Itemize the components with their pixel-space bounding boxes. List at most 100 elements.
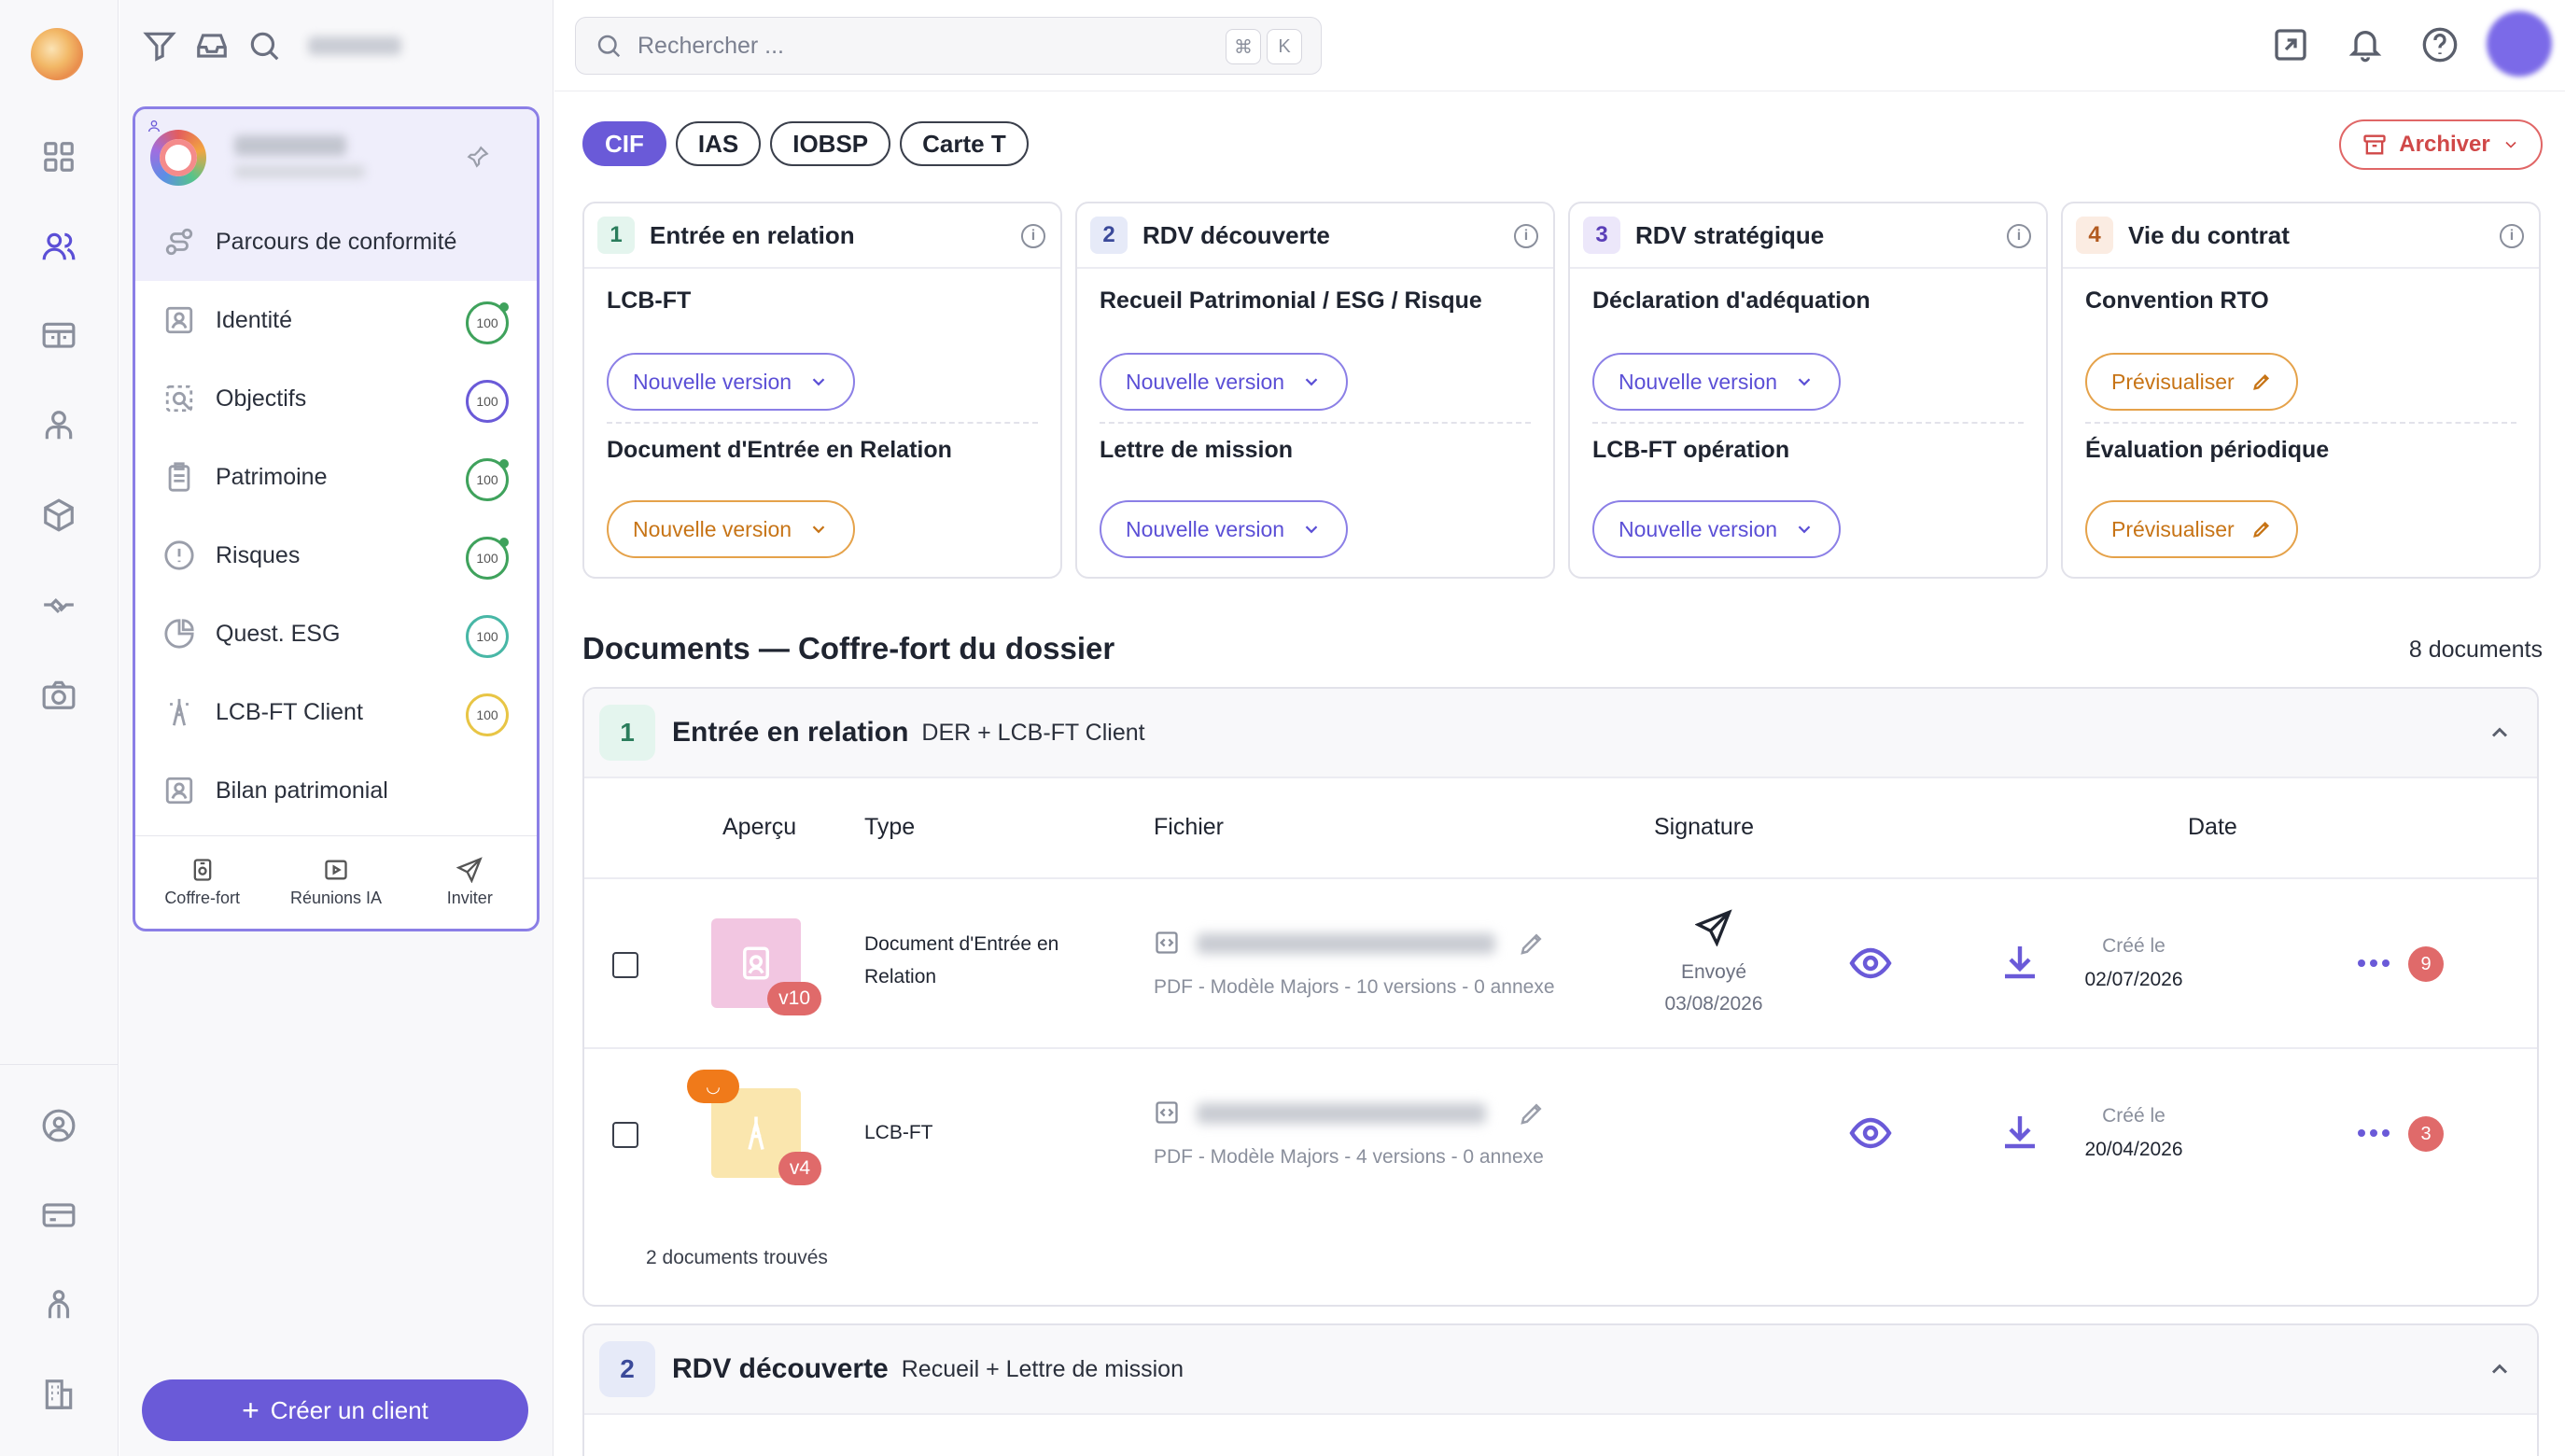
- download-icon[interactable]: [1997, 941, 2042, 986]
- user-avatar[interactable]: [2487, 11, 2552, 77]
- row-checkbox[interactable]: [612, 952, 638, 978]
- menu-item-identite[interactable]: Identité 100: [135, 281, 537, 359]
- tab-carte-t[interactable]: Carte T: [900, 121, 1029, 166]
- document-thumbnail[interactable]: v10: [711, 918, 821, 1015]
- tab-iobsp[interactable]: IOBSP: [770, 121, 891, 166]
- app-logo[interactable]: [31, 28, 83, 80]
- expand-icon[interactable]: [2272, 26, 2309, 63]
- inviter-button[interactable]: Inviter: [403, 836, 537, 929]
- pencil-icon[interactable]: [1518, 930, 1546, 958]
- reunions-ia-button[interactable]: Réunions IA: [269, 836, 402, 929]
- step-number: 1: [597, 217, 635, 254]
- new-version-button[interactable]: Nouvelle version: [1100, 353, 1349, 411]
- menu-item-esg[interactable]: Quest. ESG 100: [135, 595, 537, 673]
- file-name-blurred: [1197, 1103, 1486, 1124]
- pin-icon[interactable]: [466, 145, 490, 169]
- info-icon[interactable]: i: [1021, 224, 1045, 248]
- row-checkbox[interactable]: [612, 1122, 638, 1148]
- eye-icon[interactable]: [1848, 1111, 1893, 1155]
- new-version-button[interactable]: Nouvelle version: [1592, 500, 1842, 558]
- profile-icon[interactable]: [35, 1101, 83, 1150]
- more-icon[interactable]: [2358, 1124, 2399, 1142]
- client-avatar: [150, 130, 206, 186]
- board-icon[interactable]: [35, 312, 83, 360]
- menu-item-parcours[interactable]: Parcours de conformité: [135, 203, 537, 281]
- info-icon[interactable]: i: [2500, 224, 2524, 248]
- preview-button[interactable]: Prévisualiser: [2085, 353, 2298, 411]
- version-badge: v4: [778, 1152, 821, 1185]
- more-icon[interactable]: [2358, 954, 2399, 973]
- billing-icon[interactable]: [35, 1191, 83, 1239]
- kbd-k: K: [1267, 29, 1302, 64]
- document-type: Document d'Entrée en Relation: [864, 933, 1059, 987]
- group-header[interactable]: 1 Entrée en relation DER + LCB-FT Client: [584, 689, 2537, 778]
- chevron-down-icon: [1305, 378, 1318, 386]
- step-title: Vie du contrat: [2128, 220, 2290, 249]
- search-input[interactable]: Rechercher ... ⌘ K: [575, 17, 1322, 75]
- tab-ias[interactable]: IAS: [675, 121, 762, 166]
- step-header: 1 Entrée en relation i: [584, 203, 1060, 269]
- download-icon[interactable]: [1997, 1111, 2042, 1155]
- search-icon[interactable]: [246, 28, 282, 63]
- created-date: Créé le 02/07/2026: [2084, 935, 2183, 990]
- new-version-button[interactable]: Nouvelle version: [607, 500, 856, 558]
- menu-item-bilan[interactable]: Bilan patrimonial: [135, 751, 537, 830]
- create-client-button[interactable]: + Créer un client: [142, 1379, 528, 1441]
- new-version-button[interactable]: Nouvelle version: [1592, 353, 1842, 411]
- new-version-button[interactable]: Nouvelle version: [607, 353, 856, 411]
- camera-icon[interactable]: [35, 670, 83, 719]
- chevron-down-icon: [1798, 378, 1811, 386]
- group-header[interactable]: 2 RDV découverte Recueil + Lettre de mis…: [584, 1325, 2537, 1415]
- id-card-icon: [163, 304, 195, 336]
- section-title: LCB-FT: [607, 287, 692, 314]
- group-subtitle: DER + LCB-FT Client: [921, 719, 1145, 746]
- coffre-fort-button[interactable]: Coffre-fort: [135, 836, 269, 929]
- archive-button[interactable]: Archiver: [2339, 119, 2543, 170]
- step-title: RDV stratégique: [1635, 220, 1825, 249]
- preview-button[interactable]: Prévisualiser: [2085, 500, 2298, 558]
- section-title: Lettre de mission: [1100, 437, 1293, 463]
- dashboard-icon[interactable]: [35, 133, 83, 181]
- kbd-cmd: ⌘: [1226, 29, 1261, 64]
- documents-found: 2 documents trouvés: [646, 1247, 828, 1268]
- file-meta: PDF - Modèle Majors - 4 versions - 0 ann…: [1154, 1146, 1544, 1168]
- menu-item-objectifs[interactable]: Objectifs 100: [135, 359, 537, 438]
- section-title: Convention RTO: [2085, 287, 2269, 314]
- inbox-icon[interactable]: [194, 28, 230, 63]
- building-icon[interactable]: [35, 1370, 83, 1419]
- bell-icon[interactable]: [2347, 26, 2384, 63]
- clients-icon[interactable]: [35, 222, 83, 271]
- step-card: 2 RDV découverte i Recueil Patrimonial /…: [1075, 202, 1555, 579]
- filter-icon[interactable]: [142, 28, 177, 63]
- document-type: LCB-FT: [864, 1122, 933, 1143]
- handshake-icon[interactable]: [35, 581, 83, 629]
- chevron-up-icon[interactable]: [2487, 1356, 2513, 1382]
- send-icon: [1694, 909, 1732, 947]
- advisor-icon[interactable]: [35, 401, 83, 450]
- chevron-up-icon[interactable]: [2487, 720, 2513, 746]
- section-divider: [607, 422, 1038, 424]
- tab-cif[interactable]: CIF: [582, 121, 666, 166]
- score-badge: 100: [466, 693, 509, 736]
- step-title: Entrée en relation: [650, 220, 855, 249]
- menu-item-label: Parcours de conformité: [216, 228, 457, 255]
- step-card: 3 RDV stratégique i Déclaration d'adéqua…: [1568, 202, 2048, 579]
- menu-item-risques[interactable]: Risques 100: [135, 516, 537, 595]
- help-icon[interactable]: [2421, 26, 2459, 63]
- file-code-icon: [1154, 1099, 1180, 1126]
- client-search-text: [308, 36, 401, 55]
- new-version-button[interactable]: Nouvelle version: [1100, 500, 1349, 558]
- document-group: 2 RDV découverte Recueil + Lettre de mis…: [582, 1323, 2539, 1456]
- section-title: Document d'Entrée en Relation: [607, 437, 952, 463]
- menu-item-lcbft[interactable]: LCB-FT Client 100: [135, 673, 537, 751]
- document-thumbnail[interactable]: ◡ v4: [687, 1070, 821, 1185]
- eye-icon[interactable]: [1848, 941, 1893, 986]
- pencil-icon[interactable]: [1518, 1099, 1546, 1127]
- col-date: Date: [2188, 814, 2237, 840]
- products-icon[interactable]: [35, 491, 83, 539]
- team-icon[interactable]: [35, 1281, 83, 1329]
- info-icon[interactable]: i: [2007, 224, 2031, 248]
- info-icon[interactable]: i: [1514, 224, 1538, 248]
- plus-icon: +: [242, 1393, 259, 1427]
- menu-item-patrimoine[interactable]: Patrimoine 100: [135, 438, 537, 516]
